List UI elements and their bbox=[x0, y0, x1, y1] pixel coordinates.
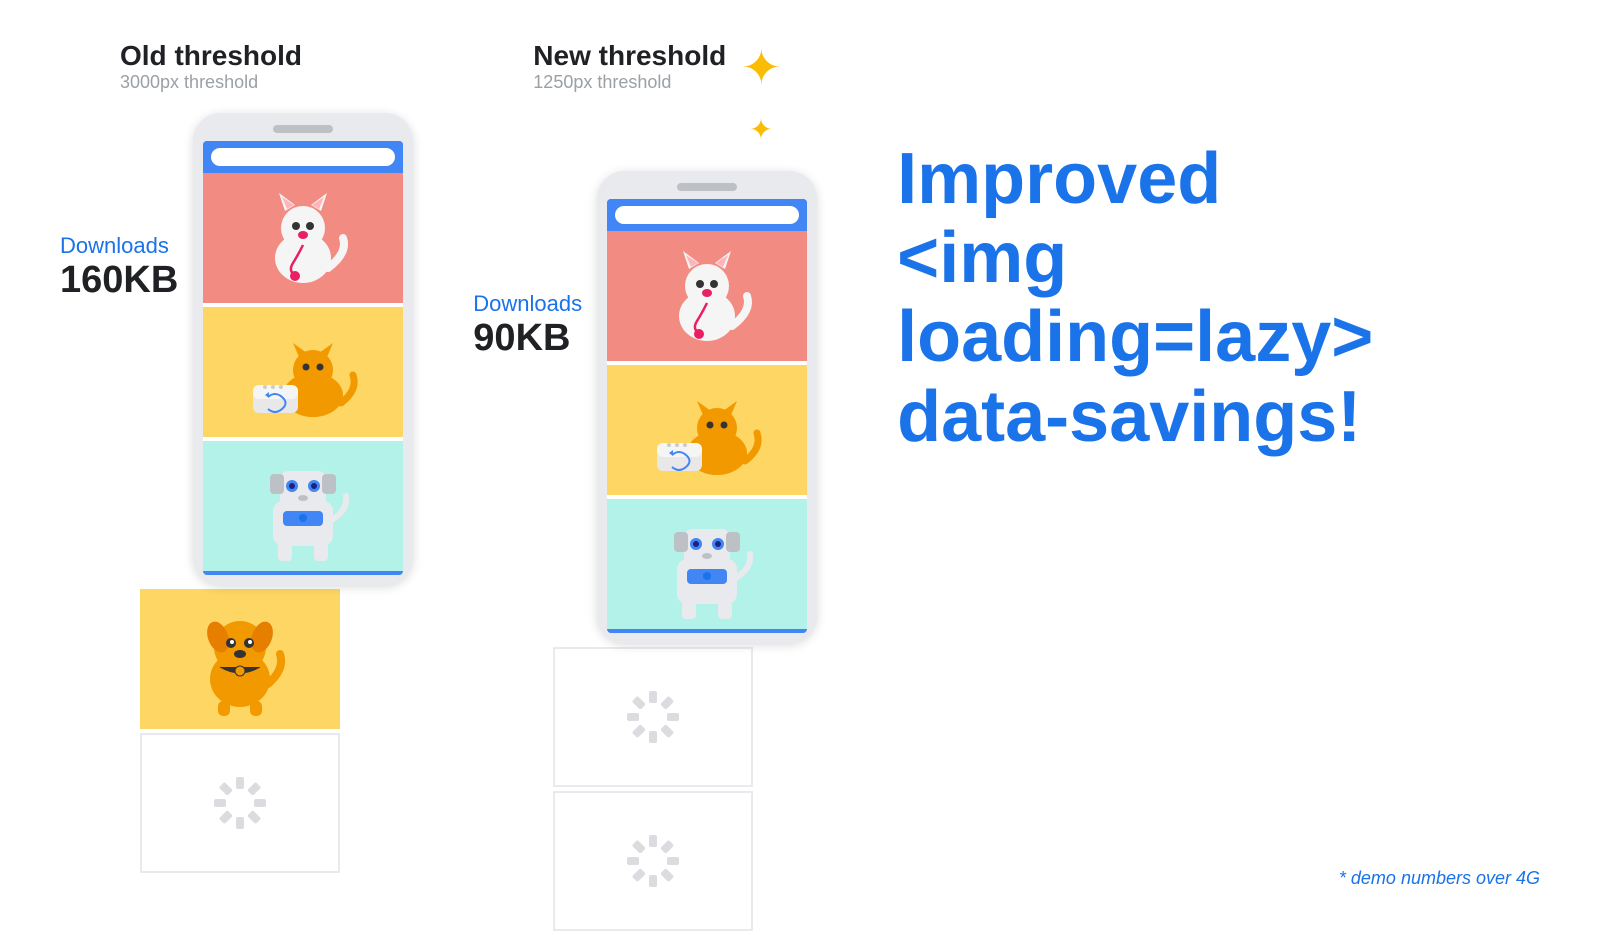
old-yellow-dog-card bbox=[140, 589, 340, 729]
new-threshold-subtitle: 1250px threshold bbox=[533, 72, 726, 93]
improved-title: Improved <img loading=lazy> data-savings… bbox=[897, 140, 1540, 457]
new-phone-with-label: Downloads 90KB bbox=[473, 171, 817, 643]
old-threshold-column: Old threshold 3000px threshold Downloads… bbox=[60, 40, 413, 877]
improved-line1: Improved bbox=[897, 139, 1221, 219]
new-loading-icon-2 bbox=[623, 831, 683, 891]
improved-line3: data-savings! bbox=[897, 377, 1361, 457]
robot-dog-svg bbox=[248, 446, 358, 566]
orange-cat-svg bbox=[243, 315, 363, 430]
old-phone-content bbox=[203, 173, 403, 571]
new-outside-images bbox=[543, 647, 753, 935]
new-dog-card bbox=[607, 499, 807, 629]
new-threshold-header: New threshold 1250px threshold ✦✦ bbox=[473, 40, 781, 151]
cat-svg bbox=[253, 183, 353, 293]
new-threshold-title: New threshold bbox=[533, 40, 726, 72]
new-phone-notch bbox=[677, 183, 737, 191]
old-threshold-header: Old threshold 3000px threshold bbox=[60, 40, 302, 93]
old-orange-cat-card bbox=[203, 307, 403, 437]
new-phone-frame bbox=[597, 171, 817, 643]
old-phone-notch bbox=[273, 125, 333, 133]
new-loading-card-2 bbox=[553, 791, 753, 931]
old-threshold-subtitle: 3000px threshold bbox=[120, 72, 302, 93]
new-phone-screen bbox=[607, 199, 807, 633]
old-url-bar bbox=[211, 148, 395, 166]
new-phone-content bbox=[607, 231, 807, 629]
old-phone-frame bbox=[193, 113, 413, 585]
comparison-section: Old threshold 3000px threshold Downloads… bbox=[60, 40, 817, 935]
sparkle-icon: ✦✦ bbox=[741, 40, 781, 151]
demo-note: * demo numbers over 4G bbox=[1339, 868, 1540, 889]
new-cat-svg bbox=[657, 241, 757, 351]
new-downloads-text: Downloads bbox=[473, 291, 582, 317]
yellow-dog-svg bbox=[180, 599, 300, 719]
new-threshold-column: New threshold 1250px threshold ✦✦ Downlo… bbox=[473, 40, 817, 935]
old-dog-card bbox=[203, 441, 403, 571]
old-download-size: 160KB bbox=[60, 259, 178, 302]
new-download-label: Downloads 90KB bbox=[473, 171, 597, 360]
old-downloads-text: Downloads bbox=[60, 233, 169, 259]
old-browser-bar bbox=[203, 141, 403, 173]
new-robot-dog-svg bbox=[652, 504, 762, 624]
new-cat-card bbox=[607, 231, 807, 361]
old-phone-screen bbox=[203, 141, 403, 575]
main-container: Old threshold 3000px threshold Downloads… bbox=[0, 0, 1600, 919]
new-loading-icon-1 bbox=[623, 687, 683, 747]
new-download-size: 90KB bbox=[473, 317, 570, 360]
right-content: Improved <img loading=lazy> data-savings… bbox=[817, 40, 1540, 477]
new-loading-card-1 bbox=[553, 647, 753, 787]
loading-icon bbox=[210, 773, 270, 833]
old-threshold-title: Old threshold bbox=[120, 40, 302, 72]
old-loading-card bbox=[140, 733, 340, 873]
improved-line2: <img loading=lazy> bbox=[897, 218, 1373, 377]
new-orange-cat-svg bbox=[647, 373, 767, 488]
old-cat-card bbox=[203, 173, 403, 303]
old-download-label: Downloads 160KB bbox=[60, 113, 193, 302]
old-outside-images bbox=[130, 589, 340, 877]
new-orange-cat-card bbox=[607, 365, 807, 495]
old-phone-with-label: Downloads 160KB bbox=[60, 113, 413, 585]
new-url-bar bbox=[615, 206, 799, 224]
new-browser-bar bbox=[607, 199, 807, 231]
